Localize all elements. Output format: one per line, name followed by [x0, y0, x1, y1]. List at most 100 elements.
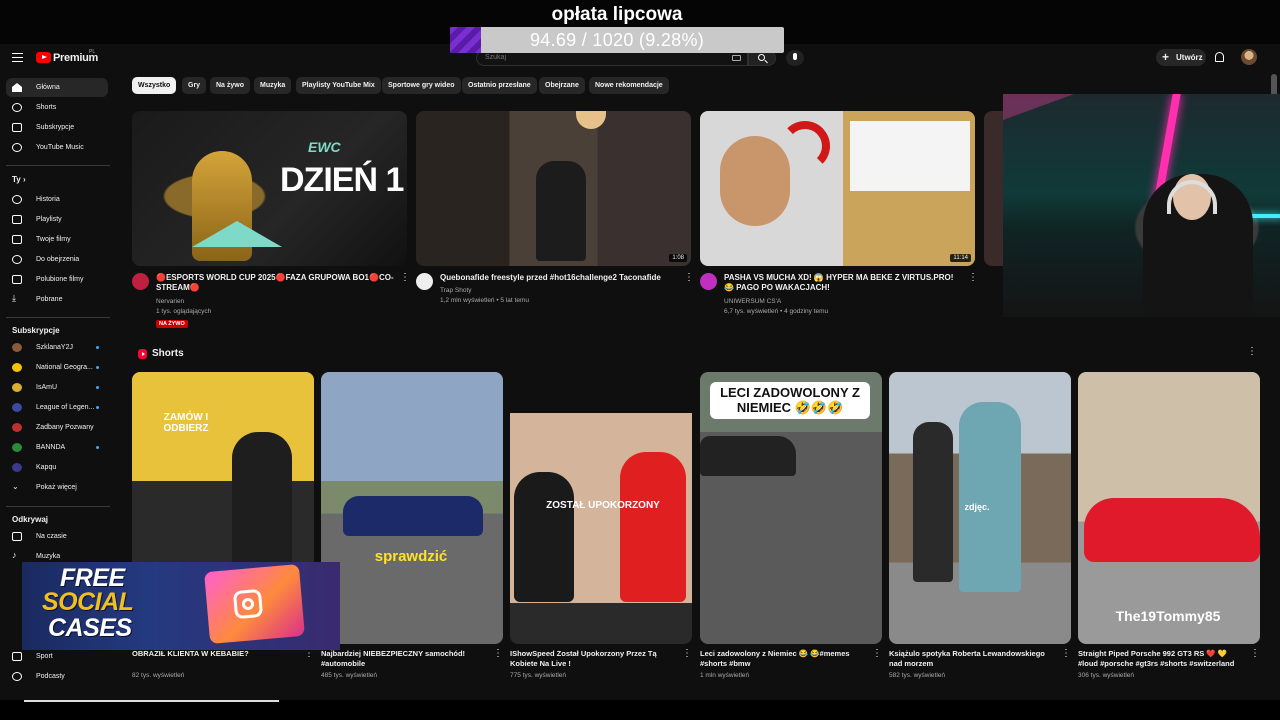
section-heading-subscriptions: Subskrypcje [12, 326, 60, 335]
channel-avatar[interactable] [416, 273, 433, 290]
chip-recently-uploaded[interactable]: Ostatnio przesłane [462, 77, 537, 94]
channel-name[interactable]: Nervarien [156, 297, 396, 307]
channel-avatar[interactable] [700, 273, 717, 290]
history-icon [12, 195, 22, 204]
chip-new-recommendations[interactable]: Nowe rekomendacje [589, 77, 669, 94]
sidebar-item-label: Na czasie [36, 533, 67, 540]
streamer-webcam-overlay [1003, 94, 1280, 317]
car-graphic [343, 496, 483, 536]
short-thumbnail[interactable]: ZOSTAŁ UPOKORZONY [510, 372, 692, 644]
thumbnail-figure [913, 422, 953, 582]
channel-avatar [12, 383, 22, 392]
channel-name[interactable]: Trap Shoty [440, 286, 680, 296]
sidebar-item-watch-later[interactable]: Do obejrzenia [6, 250, 108, 269]
notifications-bell-icon[interactable] [1215, 52, 1224, 62]
keyboard-icon[interactable] [732, 55, 741, 61]
sidebar-sub-item[interactable]: National Geogra... [6, 358, 108, 377]
more-options-icon[interactable]: ⋮ [1247, 346, 1257, 357]
sidebar-item-subscriptions[interactable]: Subskrypcje [6, 118, 108, 137]
subscriptions-icon [12, 123, 22, 132]
sidebar-item-youtube-music[interactable]: YouTube Music [6, 138, 108, 157]
short-thumbnail[interactable]: zdjęc. [889, 372, 1071, 644]
video-card[interactable]: 11:14 PASHA VS MUCHA XD! 😱 HYPER MA BEKE… [700, 111, 978, 315]
sidebar-item-liked[interactable]: Polubione filmy [6, 270, 108, 289]
channel-avatar [12, 363, 22, 372]
channel-avatar[interactable] [132, 273, 149, 290]
sidebar-item-history[interactable]: Historia [6, 190, 108, 209]
sidebar-item-shorts[interactable]: Shorts [6, 98, 108, 117]
video-title[interactable]: Quebonafide freestyle przed #hot16challe… [440, 273, 680, 283]
sidebar-sub-item[interactable]: Kapqu [6, 458, 108, 477]
video-title[interactable]: PASHA VS MUCHA XD! 😱 HYPER MA BEKE Z VIR… [724, 273, 964, 293]
video-card[interactable]: 1:08 Quebonafide freestyle przed #hot16c… [416, 111, 694, 304]
short-card[interactable]: The19Tommy85 Straight Piped Porsche 992 … [1078, 372, 1260, 679]
chip-mix[interactable]: Playlisty YouTube Mix [296, 77, 381, 94]
youtube-logo-icon[interactable] [36, 52, 51, 63]
short-title[interactable]: Straight Piped Porsche 992 GT3 RS ❤️ 💛 #… [1078, 649, 1238, 669]
sidebar-item-trending[interactable]: Na czasie [6, 527, 108, 546]
chip-games[interactable]: Gry [182, 77, 207, 94]
search-input[interactable] [485, 54, 705, 61]
short-thumbnail[interactable]: LECI ZADOWOLONY Z NIEMIEC 🤣🤣🤣 [700, 372, 882, 644]
channel-name[interactable]: UNIWERSUM CS'A [724, 297, 964, 307]
more-options-icon[interactable]: ⋮ [493, 648, 503, 659]
sidebar-item-home[interactable]: Główna [6, 78, 108, 97]
short-title[interactable]: Leci zadowolony z Niemiec 😂 😂#memes #sho… [700, 649, 860, 669]
chip-sports-games[interactable]: Sportowe gry wideo [382, 77, 461, 94]
show-more-button[interactable]: ⌄ Pokaż więcej [6, 478, 108, 497]
more-options-icon[interactable] [684, 272, 694, 284]
sidebar-sub-item[interactable]: SzklanaY2J [6, 338, 108, 357]
video-thumbnail-partial[interactable] [984, 111, 1004, 266]
more-options-icon[interactable]: ⋮ [682, 648, 692, 659]
short-thumbnail[interactable]: sprawdzić [321, 372, 503, 644]
voice-search-button[interactable] [786, 50, 804, 66]
more-options-icon[interactable] [400, 272, 410, 284]
duration-badge: 1:08 [669, 254, 687, 262]
sidebar-item-downloads[interactable]: ⤓ Pobrane [6, 290, 108, 309]
more-options-icon[interactable] [968, 272, 978, 284]
more-options-icon[interactable]: ⋮ [872, 648, 882, 659]
lamp-graphic [576, 111, 606, 129]
short-title[interactable]: IShowSpeed Został Upokorzony Przez Tą Ko… [510, 649, 670, 669]
sidebar-item-your-videos[interactable]: Twoje filmy [6, 230, 108, 249]
video-thumbnail[interactable]: EWC DZIEŃ 1 [132, 111, 407, 266]
short-title[interactable]: Najbardziej NIEBEZPIECZNY samochód! #aut… [321, 649, 481, 669]
section-heading-you[interactable]: Ty › [12, 175, 26, 184]
playlist-icon [12, 215, 22, 224]
channel-avatar [12, 443, 22, 452]
bottom-progress-line [24, 700, 279, 702]
sidebar-item-label: Shorts [36, 104, 57, 111]
short-title[interactable]: OBRAZIŁ KLIENTA W KEBABIE? [132, 649, 292, 659]
short-card[interactable]: LECI ZADOWOLONY Z NIEMIEC 🤣🤣🤣 Leci zadow… [700, 372, 882, 679]
video-thumbnail[interactable]: 1:08 [416, 111, 691, 266]
sidebar-sub-item[interactable]: IsAmU [6, 378, 108, 397]
short-thumbnail[interactable]: The19Tommy85 [1078, 372, 1260, 644]
sidebar-item-playlists[interactable]: Playlisty [6, 210, 108, 229]
video-meta: 6,7 tys. wyświetleń • 4 godziny temu [724, 308, 829, 315]
video-title[interactable]: 🔴ESPORTS WORLD CUP 2025🔴FAZA GRUPOWA BO1… [156, 273, 396, 293]
more-options-icon[interactable]: ⋮ [1250, 648, 1260, 659]
short-card[interactable]: ZOSTAŁ UPOKORZONY IShowSpeed Został Upok… [510, 372, 692, 679]
create-button[interactable]: + Utwórz [1156, 49, 1206, 66]
video-card[interactable]: EWC DZIEŃ 1 🔴ESPORTS WORLD CUP 2025🔴FAZA… [132, 111, 410, 328]
short-card[interactable]: zdjęc. Książulo spotyka Roberta Lewandow… [889, 372, 1071, 679]
sidebar-sub-item[interactable]: BANNDA [6, 438, 108, 457]
hamburger-menu-icon[interactable] [12, 53, 23, 62]
short-card[interactable]: sprawdzić Najbardziej NIEBEZPIECZNY samo… [321, 372, 503, 679]
car-graphic [700, 436, 796, 476]
short-title[interactable]: Książulo spotyka Roberta Lewandowskiego … [889, 649, 1049, 669]
chevron-right-icon: › [22, 175, 26, 184]
video-thumbnail[interactable]: 11:14 [700, 111, 975, 266]
more-options-icon[interactable]: ⋮ [1061, 648, 1071, 659]
chevron-down-icon: ⌄ [12, 482, 19, 491]
sidebar-sub-item[interactable]: Zadbany Pozwany [6, 418, 108, 437]
chip-music[interactable]: Muzyka [254, 77, 292, 94]
account-avatar[interactable] [1241, 49, 1257, 65]
sidebar-sub-item[interactable]: League of Legen... [6, 398, 108, 417]
promo-line: CASES [48, 614, 132, 642]
divider [6, 317, 110, 318]
chip-live[interactable]: Na żywo [210, 77, 251, 94]
sidebar-item-podcasts[interactable]: Podcasty [6, 667, 108, 686]
chip-all[interactable]: Wszystko [132, 77, 177, 94]
chip-watched[interactable]: Obejrzane [539, 77, 585, 94]
